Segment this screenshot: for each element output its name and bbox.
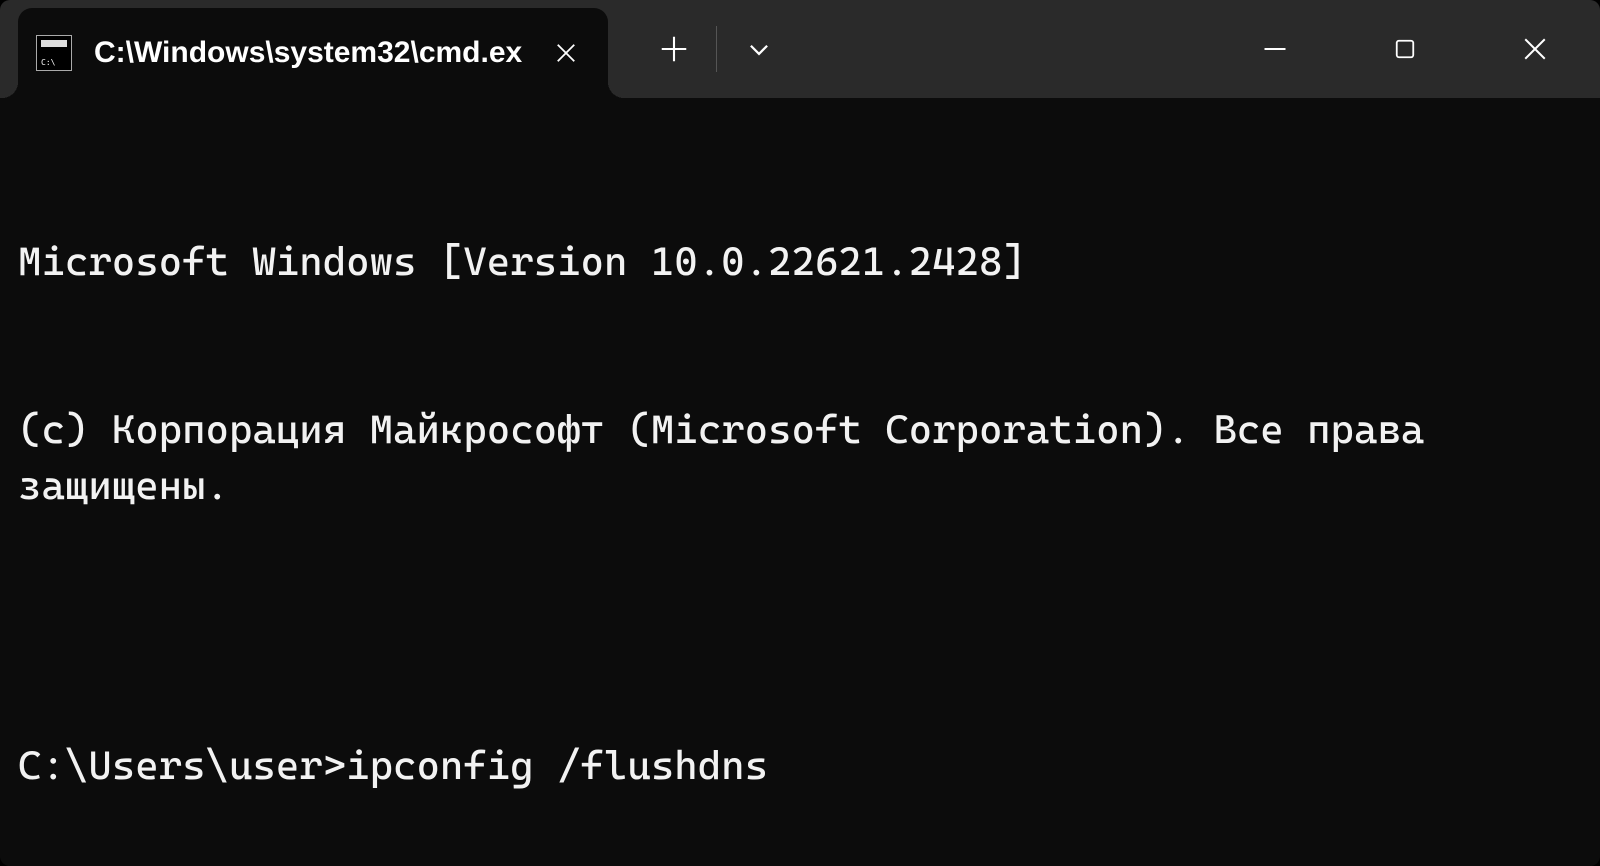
close-icon xyxy=(1522,36,1548,62)
terminal-line: (c) Корпорация Майкрософт (Microsoft Cor… xyxy=(18,402,1582,514)
cmd-icon xyxy=(36,35,72,71)
new-tab-button[interactable] xyxy=(638,14,710,84)
maximize-button[interactable] xyxy=(1340,0,1470,98)
close-icon xyxy=(555,42,577,64)
maximize-icon xyxy=(1393,37,1417,61)
close-tab-button[interactable] xyxy=(544,31,588,75)
chevron-down-icon xyxy=(746,36,772,62)
separator xyxy=(716,26,717,72)
tab-dropdown-button[interactable] xyxy=(723,14,795,84)
minimize-button[interactable] xyxy=(1210,0,1340,98)
titlebar[interactable]: C:\Windows\system32\cmd.ex xyxy=(0,0,1600,98)
terminal-output[interactable]: Microsoft Windows [Version 10.0.22621.24… xyxy=(0,98,1600,866)
window-controls xyxy=(1210,0,1600,98)
terminal-line: Microsoft Windows [Version 10.0.22621.24… xyxy=(18,234,1582,290)
tab-actions xyxy=(638,0,795,98)
plus-icon xyxy=(660,35,688,63)
tab-title: C:\Windows\system32\cmd.ex xyxy=(94,36,522,70)
tab-cmd[interactable]: C:\Windows\system32\cmd.ex xyxy=(18,8,608,98)
close-window-button[interactable] xyxy=(1470,0,1600,98)
terminal-window: C:\Windows\system32\cmd.ex xyxy=(0,0,1600,866)
minimize-icon xyxy=(1261,35,1289,63)
terminal-line: C:\Users\user>ipconfig /flushdns xyxy=(18,738,1582,794)
